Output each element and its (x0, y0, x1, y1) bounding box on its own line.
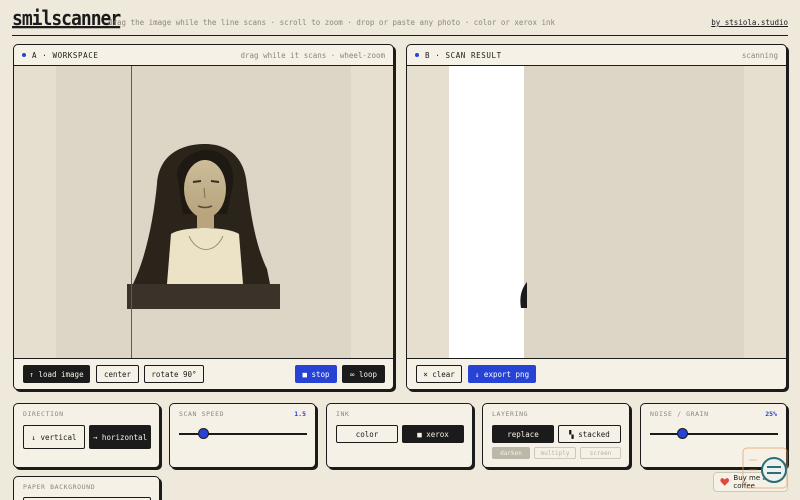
scan-result-canvas (407, 66, 786, 359)
app-logo: smilscanner (12, 6, 121, 31)
ink-control: INK color ■ xerox (326, 403, 473, 468)
direction-vertical-button[interactable]: ↓ vertical (23, 425, 85, 449)
coffee-heart-icon (720, 478, 730, 486)
workspace-hint: drag while it scans · wheel-zoom (240, 51, 386, 60)
scan-result-title: B · SCAN RESULT (425, 51, 502, 60)
noise-value: 25% (765, 410, 777, 418)
ink-xerox-button[interactable]: ■ xerox (402, 425, 464, 443)
scanned-strip (449, 66, 524, 359)
blend-darken-button[interactable]: darken (492, 447, 530, 459)
scan-speed-value: 1.5 (294, 410, 306, 418)
scan-speed-thumb[interactable] (198, 428, 209, 439)
loop-button[interactable]: ∞ loop (342, 365, 385, 383)
floating-widget-icon[interactable] (741, 446, 789, 490)
scan-speed-label: SCAN SPEED (179, 410, 225, 418)
scanned-ink (520, 282, 527, 308)
workspace-canvas[interactable] (14, 66, 393, 359)
paper-background-control: PAPER BACKGROUND (13, 476, 160, 500)
scan-result-toolbar: × clear ↓ export png (407, 358, 786, 389)
layering-stacked-button[interactable]: ▚ stacked (558, 425, 621, 443)
layering-control: LAYERING replace ▚ stacked darken multip… (482, 403, 630, 468)
workspace-header: A · WORKSPACE drag while it scans · whee… (14, 45, 393, 66)
scan-result-dot-icon (415, 53, 419, 57)
blend-screen-button[interactable]: screen (580, 447, 621, 459)
direction-control: DIRECTION ↓ vertical → horizontal (13, 403, 160, 468)
portrait-photo[interactable] (127, 144, 280, 309)
layering-label: LAYERING (492, 410, 529, 418)
workspace-panel: A · WORKSPACE drag while it scans · whee… (13, 44, 394, 390)
noise-label: NOISE / GRAIN (650, 410, 709, 418)
scan-speed-control: SCAN SPEED 1.5 (169, 403, 316, 468)
workspace-toolbar: ↑ load image center rotate 90° ■ stop ∞ … (14, 358, 393, 389)
workspace-dot-icon (22, 53, 26, 57)
layering-replace-button[interactable]: replace (492, 425, 554, 443)
center-button[interactable]: center (96, 365, 139, 383)
direction-horizontal-button[interactable]: → horizontal (89, 425, 151, 449)
scan-result-header: B · SCAN RESULT scanning (407, 45, 786, 66)
blend-multiply-button[interactable]: multiply (534, 447, 576, 459)
workspace-title: A · WORKSPACE (32, 51, 99, 60)
rotate-button[interactable]: rotate 90° (144, 365, 204, 383)
ink-label: INK (336, 410, 350, 418)
noise-thumb[interactable] (677, 428, 688, 439)
noise-track[interactable] (650, 433, 778, 435)
load-image-button[interactable]: ↑ load image (23, 365, 90, 383)
app-header: smilscanner drag the image while the lin… (12, 6, 788, 36)
scan-status: scanning (741, 51, 778, 60)
direction-label: DIRECTION (23, 410, 64, 418)
ink-color-button[interactable]: color (336, 425, 398, 443)
paper-background-label: PAPER BACKGROUND (23, 483, 96, 491)
scan-result-panel: B · SCAN RESULT scanning × clear ↓ expor… (406, 44, 787, 390)
credit-link[interactable]: by stsiola.studio (711, 18, 788, 27)
clear-button[interactable]: × clear (416, 365, 462, 383)
scan-line[interactable] (131, 66, 132, 359)
app-tagline: drag the image while the line scans · sc… (108, 18, 556, 27)
stop-button[interactable]: ■ stop (295, 365, 337, 383)
export-png-button[interactable]: ↓ export png (468, 365, 536, 383)
